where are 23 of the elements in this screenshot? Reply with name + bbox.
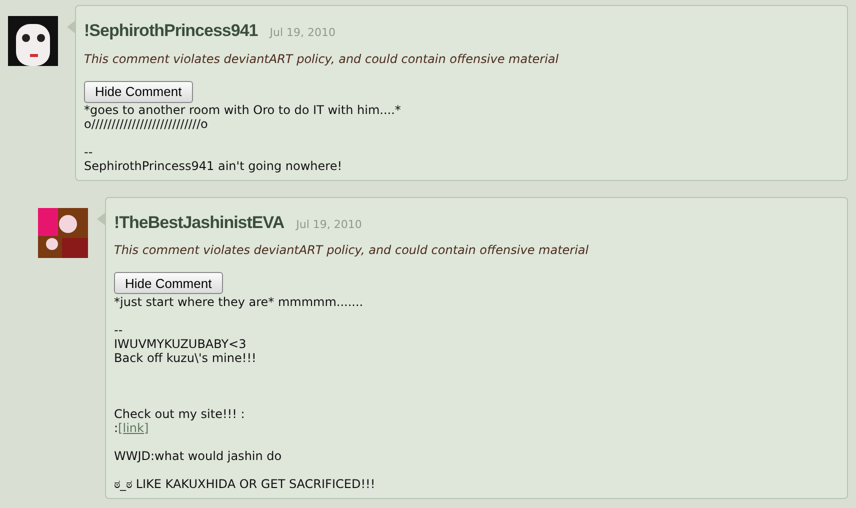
comment-date: Jul 19, 2010: [270, 25, 336, 41]
comment-text: :: [114, 420, 118, 434]
comment-text: Check out my site!!! :: [114, 406, 246, 420]
comment-text: --: [84, 144, 94, 159]
comment-text: ಠ_ಠ LIKE KAKUXHIDA OR GET SACRIFICED!!!: [114, 476, 376, 490]
avatar-image: [8, 16, 58, 66]
link[interactable]: [link]: [118, 420, 149, 434]
hide-comment-button[interactable]: Hide Comment: [84, 80, 193, 102]
comment-text: IWUVMYKUZUBABY<3: [114, 336, 248, 350]
username[interactable]: !TheBestJashinistEVA: [114, 210, 284, 236]
comment-text: WWJD:what would jashin do: [114, 448, 283, 462]
policy-warning: This comment violates deviantART policy, and could contain offensive material: [84, 50, 560, 68]
comment-date: Jul 19, 2010: [296, 216, 362, 233]
avatar-image: [38, 208, 88, 258]
username[interactable]: !SephirothPrincess941: [84, 18, 258, 44]
comment-text: *just start where they are* mmmmm.......: [114, 294, 364, 308]
comment-text: *goes to another room with Oro to do IT with him....*: [84, 102, 402, 117]
comment-text: Back off kuzu\'s mine!!!: [114, 350, 258, 364]
comment-text: --: [114, 322, 124, 336]
comment-text: o///////////////////////////o: [84, 116, 209, 131]
policy-warning: This comment violates deviantART policy, and could contain offensive material: [114, 242, 590, 260]
comment-text: SephirothPrincess941 ain't going nowhere!: [84, 158, 344, 173]
hide-comment-button[interactable]: Hide Comment: [114, 272, 223, 294]
